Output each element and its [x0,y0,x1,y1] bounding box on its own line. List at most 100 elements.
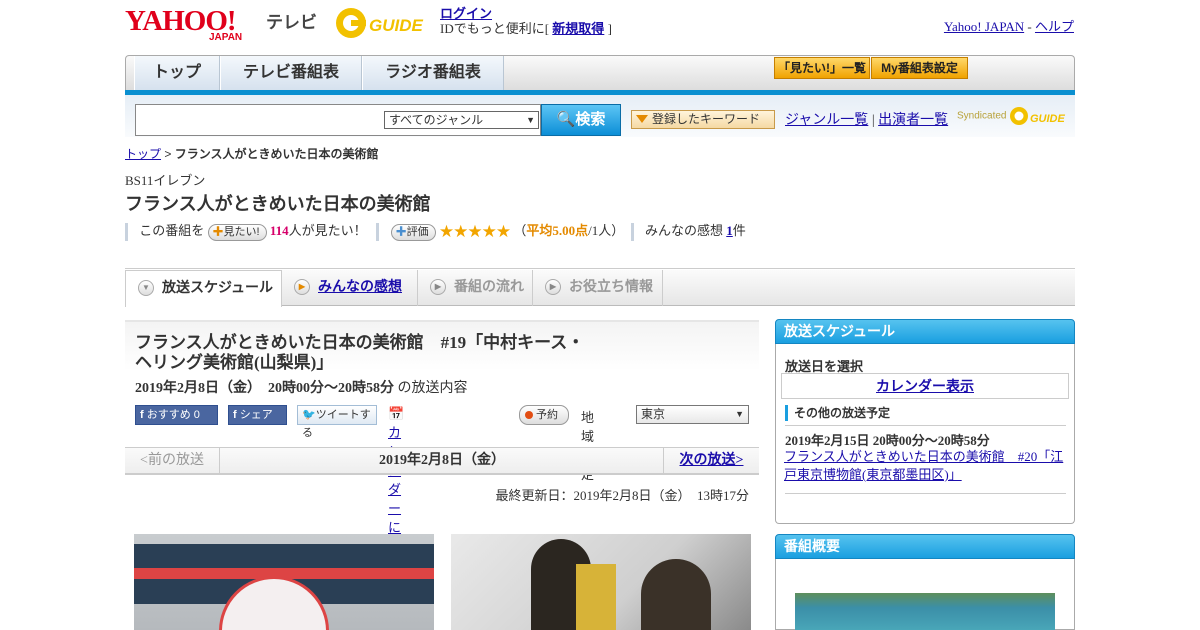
other-broadcast-item: フランス人がときめいた日本の美術館 #20「江戸東京博物館(東京都墨田区)」 [784,448,1069,484]
keyword-button-label: 登録したキーワード [652,112,761,126]
reserve-button[interactable]: 予約 [519,405,569,425]
overview-image [795,593,1055,630]
fb-recommend-label: おすすめ 0 [146,409,200,421]
impressions-prefix: みんなの感想 [645,223,724,238]
other-broadcasts-label: その他の放送予定 [785,405,890,421]
mitai-count: 114 [269,223,289,238]
episode-photo-1 [134,534,434,630]
divider [630,223,634,242]
episode-datetime: 2019年2月8日（金） 20時00分～20時58分 の放送内容 [135,377,468,397]
section-label: テレビ [266,13,317,32]
other-broadcast-link[interactable]: フランス人がときめいた日本の美術館 #20「江戸東京博物館(東京都墨田区)」 [784,449,1063,482]
rating-people: /1人） [588,223,625,238]
gguide-logo[interactable]: GUIDE [334,5,434,41]
reserve-label: 予約 [536,409,558,421]
episode-date: 2019年2月8日（金） 20時00分～20時58分 [135,381,394,396]
overview-sidebar-title: 番組概要 [775,534,1075,559]
search-links: ジャンル一覧 | 出演者一覧 [785,109,948,129]
tab-impressions-label: みんなの感想 [318,278,402,294]
facebook-recommend-button[interactable]: f おすすめ 0 [135,405,218,425]
performer-list-link[interactable]: 出演者一覧 [878,113,948,128]
yahoo-japan-logo[interactable]: YAHOO! JAPAN [125,5,265,43]
calendar-icon: 📅 [388,406,405,421]
dropdown-triangle-icon [636,115,648,123]
record-icon [525,411,533,419]
nav-tab-top[interactable]: トップ [134,56,220,91]
registered-keyword-button[interactable]: 登録したキーワード [631,110,775,129]
nav-tab-tv-schedule[interactable]: テレビ番組表 [220,56,362,91]
syndicated-gguide-logo: Syndicated GUIDE [957,104,1069,128]
mitai-prefix: この番組を [139,223,205,238]
login-desc-prefix: IDでもっと便利に[ [440,21,550,36]
next-broadcast-link[interactable]: 次の放送> [680,453,744,468]
other-broadcast-date: 2019年2月15日 20時00分～20時58分 [785,433,990,448]
tab-schedule[interactable]: ▼ 放送スケジュール [125,270,282,307]
last-updated: 最終更新日：2019年2月8日（金） 13時17分 [495,488,749,503]
search-button[interactable]: 🔍検索 [541,104,621,136]
facebook-icon: f [233,409,237,421]
twitter-icon: 🐦 [302,409,316,421]
breadcrumb-current: フランス人がときめいた日本の美術館 [174,147,379,161]
tab-flow: ▶ 番組の流れ [418,270,533,306]
episode-date-suffix: の放送内容 [397,381,468,396]
logo-text: YAHOO! [125,5,237,37]
tab-impressions[interactable]: ▶ みんなの感想 [282,270,418,306]
top-links-separator: - [1024,19,1035,34]
breadcrumb: トップ > フランス人がときめいた日本の美術館 [125,145,378,162]
breadcrumb-separator: > [164,147,172,161]
genre-list-link[interactable]: ジャンル一覧 [785,113,868,128]
yahoo-japan-link[interactable]: Yahoo! JAPAN [944,19,1024,34]
top-links: Yahoo! JAPAN - ヘルプ [944,16,1074,35]
schedule-sidebar-title: 放送スケジュール [775,319,1075,344]
rating-open: （ [513,223,527,238]
calendar-view-link[interactable]: カレンダー表示 [876,378,974,394]
chevron-down-icon: ▼ [138,280,154,296]
station-name: BS11イレブン [125,173,206,188]
impressions-suffix: 件 [732,223,746,238]
login-link[interactable]: ログイン [440,6,492,21]
mitai-list-button[interactable]: 「見たい!」一覧 [774,57,870,79]
play-icon: ▶ [294,279,310,295]
search-links-separator: | [871,113,875,128]
episode-photo-2 [451,534,751,630]
mitai-suffix: 人が見たい！ [288,223,367,238]
divider [785,425,1066,426]
mitai-button[interactable]: ✚見たい! [207,223,267,241]
rating-button[interactable]: ✚評価 [390,223,436,241]
calendar-view-button[interactable]: カレンダー表示 [781,373,1069,399]
plus-icon: ✚ [212,225,224,238]
next-broadcast[interactable]: 次の放送> [663,448,759,474]
tweet-button[interactable]: 🐦ツイートする [297,405,377,439]
prev-broadcast: <前の放送 [125,448,220,474]
svg-text:GUIDE: GUIDE [369,16,424,35]
current-broadcast-date: 2019年2月8日（金） [379,453,505,468]
chevron-down-icon: ▼ [526,115,535,125]
rating-stars: ★★★★★ [438,222,511,242]
play-icon: ▶ [430,279,446,295]
login-desc-suffix: ] [607,21,612,36]
genre-select[interactable]: すべてのジャンル ▼ [384,111,539,129]
tab-schedule-label: 放送スケジュール [162,279,274,295]
tab-info-label: お役立ち情報 [569,278,653,294]
divider [785,493,1066,494]
mitai-button-label: 見たい! [223,225,260,238]
region-select[interactable]: 東京 ▼ [636,405,749,424]
breadcrumb-top-link[interactable]: トップ [125,147,161,161]
region-select-value: 東京 [641,407,666,421]
episode-title: フランス人がときめいた日本の美術館 #19「中村キース・ヘリング美術館(山梨県)… [135,333,585,372]
play-icon: ▶ [545,279,561,295]
help-link[interactable]: ヘルプ [1035,19,1074,34]
facebook-share-button[interactable]: f シェア [228,405,287,425]
fb-share-label: シェア [239,409,273,421]
logo-sub: JAPAN [209,32,243,43]
register-link[interactable]: 新規取得 [552,21,604,36]
rating-button-label: 評価 [406,225,429,238]
genre-select-value: すべてのジャンル [389,113,484,127]
divider [376,223,380,242]
nav-tab-radio-schedule[interactable]: ラジオ番組表 [362,56,504,91]
tab-flow-label: 番組の流れ [454,278,524,294]
my-schedule-settings-button[interactable]: My番組表設定 [871,57,968,79]
svg-text:GUIDE: GUIDE [1030,113,1066,125]
program-stats-row: この番組を ✚見たい! 114人が見たい！ ✚評価 ★★★★★ （平均5.00点… [125,220,825,242]
search-button-label: 検索 [575,111,606,128]
